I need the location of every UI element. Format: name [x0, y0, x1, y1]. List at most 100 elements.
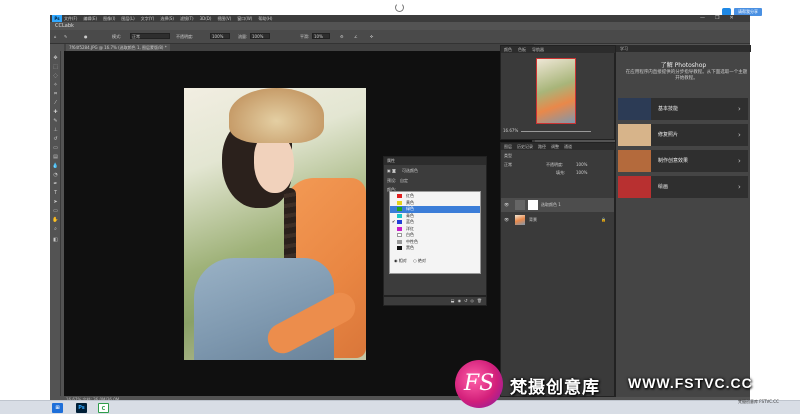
menu-view[interactable]: 视图(V) — [217, 15, 231, 22]
view-previous-icon[interactable]: ◉ — [458, 297, 462, 305]
menu-image[interactable]: 图像(I) — [103, 15, 115, 22]
clip-icon[interactable]: ⬓ — [451, 297, 455, 305]
hand-tool-icon[interactable]: ✋ — [52, 217, 59, 224]
photoshop-taskbar-icon[interactable]: Ps — [76, 403, 87, 413]
zoom-tool-icon[interactable]: ⌕ — [52, 226, 59, 233]
flow-label: 流量: — [238, 34, 248, 39]
brush-tool-icon[interactable]: ✎ — [64, 34, 67, 39]
gradient-tool-icon[interactable]: ▤ — [52, 154, 59, 161]
card-label: 绘画 — [658, 184, 669, 190]
layer-opacity-label: 不透明度: — [546, 162, 564, 167]
color-swatches-icon[interactable]: ◧ — [52, 237, 59, 244]
tab-layers[interactable]: 图层 — [504, 143, 512, 150]
brush-tool-icon[interactable]: ✎ — [52, 118, 59, 125]
menu-edit[interactable]: 编辑(E) — [83, 15, 97, 22]
menu-window[interactable]: 窗口(W) — [237, 15, 252, 22]
quick-select-tool-icon[interactable]: ✧ — [52, 82, 59, 89]
maximize-button[interactable]: ❐ — [715, 15, 719, 22]
ps-menubar: Ps 文件(F) 编辑(E) 图像(I) 图层(L) 文字(Y) 选择(S) 滤… — [50, 15, 750, 22]
menu-help[interactable]: 帮助(H) — [258, 15, 272, 22]
history-brush-icon[interactable]: ↺ — [52, 136, 59, 143]
blend-mode-select[interactable]: 正常 — [504, 162, 512, 168]
document-tab[interactable]: 7f64f5284.JPG @ 16.7% (选取颜色 1, 图层蒙版/8) * — [66, 44, 170, 51]
learn-card-basic[interactable]: 基本技能 › — [618, 98, 748, 120]
card-label: 制作创意效果 — [658, 158, 689, 164]
browser-taskbar-icon[interactable]: C — [98, 403, 109, 413]
learn-card-fix-photo[interactable]: 修复照片 › — [618, 124, 748, 146]
photo-hat — [229, 88, 324, 143]
type-tool-icon[interactable]: T — [52, 190, 59, 197]
chevron-right-icon: › — [738, 157, 741, 165]
healing-tool-icon[interactable]: ✚ — [52, 109, 59, 116]
eyedropper-tool-icon[interactable]: ⁄ — [52, 100, 59, 107]
reset-icon[interactable]: ↺ — [464, 297, 467, 305]
visibility-icon[interactable]: ◎ — [470, 297, 474, 305]
method-radios: ◉ 相对 ○ 绝对 — [390, 258, 480, 265]
menu-type[interactable]: 文字(Y) — [141, 15, 155, 22]
tab-history[interactable]: 历史记录 — [517, 143, 533, 150]
tab-learn[interactable]: 学习 — [616, 45, 751, 52]
windows-start-icon[interactable]: ⊞ — [52, 403, 63, 413]
path-select-icon[interactable]: ➤ — [52, 199, 59, 206]
tab-swatches[interactable]: 色板 — [518, 46, 526, 53]
brush-preset-icon[interactable]: ● — [84, 34, 88, 39]
marquee-tool-icon[interactable]: ⬚ — [52, 64, 59, 71]
mode-select[interactable]: 正常 — [130, 33, 170, 39]
smooth-field[interactable]: 10% — [312, 33, 330, 39]
stamp-tool-icon[interactable]: ⊥ — [52, 127, 59, 134]
layer-row[interactable]: 👁 背景 🔒 — [501, 213, 614, 227]
menu-filter[interactable]: 滤镜(T) — [180, 15, 194, 22]
properties-footer: ⬓ ◉ ↺ ◎ 🗑 — [383, 296, 487, 306]
preset-select[interactable]: 自定 — [400, 178, 408, 184]
flow-field[interactable]: 100% — [250, 33, 270, 39]
navigator-thumbnail[interactable] — [536, 58, 576, 124]
layer-kind-filter[interactable]: 类型 — [504, 153, 512, 159]
pen-tool-icon[interactable]: ✒ — [52, 181, 59, 188]
dodge-tool-icon[interactable]: ◔ — [52, 172, 59, 179]
layer-row[interactable]: 👁 选取颜色 1 — [501, 198, 614, 212]
adjustment-layer-icon — [515, 200, 525, 210]
menu-file[interactable]: 文件(F) — [64, 15, 77, 22]
learn-card-painting[interactable]: 绘画 › — [618, 176, 748, 198]
menu-layer[interactable]: 图层(L) — [121, 15, 134, 22]
settings-gear-icon[interactable]: ⚙ — [340, 34, 344, 39]
symmetry-icon[interactable]: ✣ — [370, 34, 373, 39]
swatch-red — [397, 194, 402, 199]
chevron-right-icon: › — [738, 131, 741, 139]
learn-title: 了解 Photoshop — [660, 62, 707, 69]
lasso-tool-icon[interactable]: ◌ — [52, 73, 59, 80]
options-bar: ⌂ ✎ ● 模式: 正常 不透明度: 100% 流量: 100% 平滑: 10%… — [50, 30, 750, 44]
tab-navigator[interactable]: 导航器 — [532, 46, 544, 53]
opacity-field[interactable]: 100% — [210, 33, 230, 39]
crop-tool-icon[interactable]: ⌗ — [52, 91, 59, 98]
angle-icon[interactable]: ∠ — [354, 34, 358, 39]
eraser-tool-icon[interactable]: ▭ — [52, 145, 59, 152]
navigator-zoom[interactable]: 16.67% — [501, 128, 616, 136]
color-dropdown[interactable]: 红色 黄色 绿色 青色 ✔ 蓝色 洋红 白色 中性色 黑色 ◉ 相对 ○ 绝对 — [389, 191, 481, 274]
watermark-small: 梵摄创意库 FSTVC.CC — [738, 399, 779, 404]
smooth-label: 平滑: — [300, 34, 310, 39]
tab-channels[interactable]: 通道 — [564, 143, 572, 150]
menu-3d[interactable]: 3D(D) — [200, 15, 212, 22]
color-option[interactable]: 黑色 — [390, 245, 480, 252]
swatch-neutral — [397, 239, 402, 244]
move-tool-icon[interactable]: ✥ — [52, 55, 59, 62]
trash-icon[interactable]: 🗑 — [477, 297, 482, 305]
radio-absolute[interactable]: ○ 绝对 — [413, 258, 426, 263]
close-button[interactable]: ✕ — [729, 15, 733, 22]
learn-card-creative[interactable]: 制作创意效果 › — [618, 150, 748, 172]
radio-relative[interactable]: ◉ 相对 — [394, 258, 407, 263]
eye-icon[interactable]: 👁 — [504, 213, 509, 227]
layer-opacity-field[interactable]: 100% — [576, 162, 587, 167]
tab-adjustments[interactable]: 调整 — [551, 143, 559, 150]
zoom-slider[interactable] — [521, 131, 591, 132]
home-icon[interactable]: ⌂ — [54, 34, 57, 39]
shape-tool-icon[interactable]: ▭ — [52, 208, 59, 215]
layer-fill-field[interactable]: 100% — [576, 170, 587, 175]
menu-select[interactable]: 选择(S) — [160, 15, 174, 22]
blur-tool-icon[interactable]: 💧 — [52, 163, 59, 170]
minimize-button[interactable]: — — [700, 15, 705, 22]
tab-color[interactable]: 颜色 — [504, 46, 512, 53]
eye-icon[interactable]: 👁 — [504, 198, 509, 212]
tab-paths[interactable]: 路径 — [538, 143, 546, 150]
